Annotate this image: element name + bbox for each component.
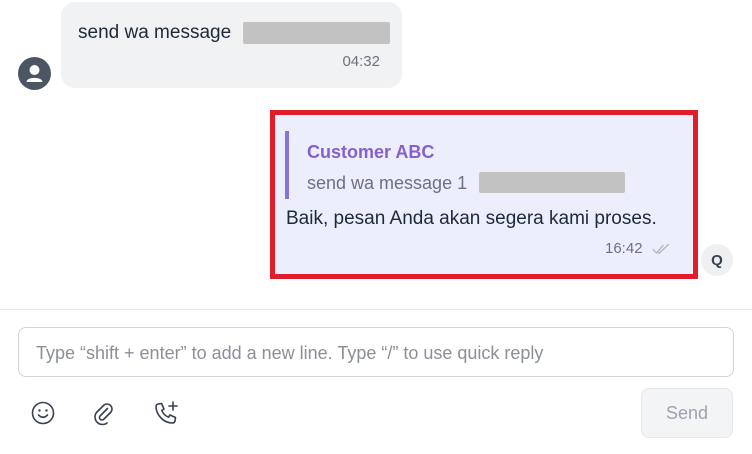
emoji-icon — [31, 401, 55, 425]
user-icon — [26, 65, 43, 82]
contact-avatar[interactable] — [18, 57, 51, 90]
incoming-message: send wa message 04:32 — [61, 2, 402, 88]
emoji-button[interactable] — [28, 398, 58, 428]
message-input[interactable]: Type “shift + enter” to add a new line. … — [18, 327, 734, 377]
chat-view: send wa message 04:32 Customer ABC send … — [0, 0, 752, 454]
attachment-button[interactable] — [89, 398, 119, 428]
divider — [0, 309, 752, 310]
agent-avatar[interactable]: Q — [701, 244, 733, 276]
redacted-block — [243, 22, 390, 44]
incoming-message-time: 04:32 — [342, 53, 380, 70]
call-button[interactable] — [151, 398, 181, 428]
incoming-message-text: send wa message — [78, 22, 232, 43]
highlight-box — [270, 110, 698, 279]
attachment-icon — [94, 403, 113, 426]
message-input-placeholder: Type “shift + enter” to add a new line. … — [36, 343, 544, 363]
call-add-icon — [155, 401, 178, 424]
send-button[interactable]: Send — [641, 388, 733, 438]
